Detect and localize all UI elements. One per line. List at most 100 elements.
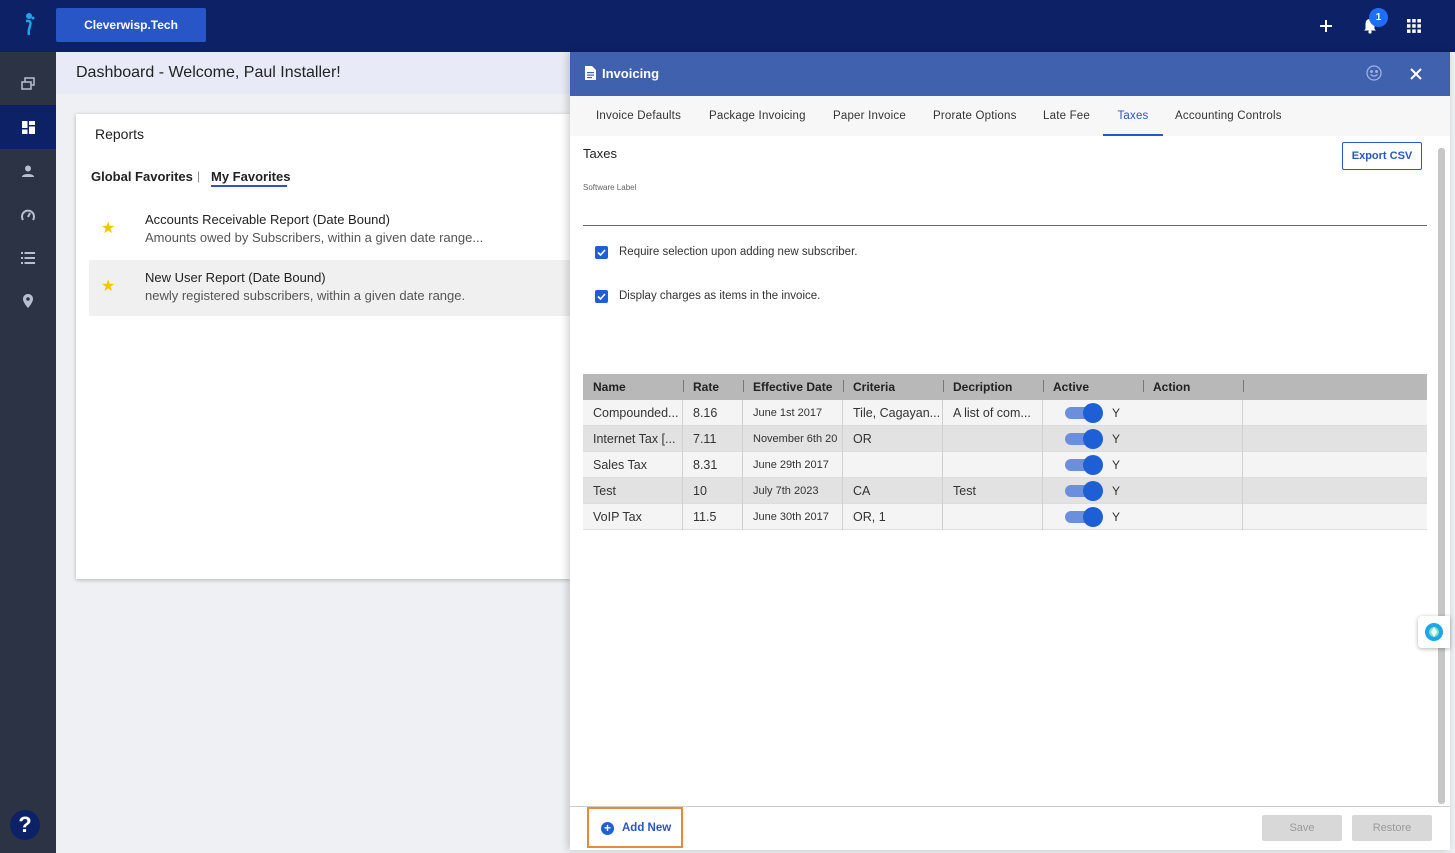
sidebar-item-list[interactable] [0,236,56,280]
column-separator [1243,380,1244,392]
table-row[interactable]: Compounded... 8.16 June 1st 2017 Tile, C… [583,400,1427,426]
cell-rate: 10 [683,478,743,504]
tab-global-favorites[interactable]: Global Favorites [91,169,193,184]
tab-invoice-defaults[interactable]: Invoice Defaults [596,96,681,136]
active-toggle[interactable] [1065,481,1103,501]
reports-title: Reports [95,126,145,142]
export-csv-button[interactable]: Export CSV [1342,142,1422,170]
restore-button[interactable]: Restore [1352,815,1432,841]
section-title: Taxes [583,146,617,161]
active-toggle[interactable] [1065,429,1103,449]
report-item[interactable]: ★ Accounts Receivable Report (Date Bound… [89,202,570,258]
cell-name: Test [583,478,683,504]
dashboard-icon [21,120,35,134]
cell-action [1143,478,1243,504]
toggle-knob [1083,455,1103,475]
sidebar-item-users[interactable] [0,149,56,193]
column-header[interactable]: Effective Date [743,374,843,400]
tab-taxes[interactable]: Taxes [1103,96,1163,136]
cell-active: Y [1112,458,1121,472]
report-item[interactable]: ★ New User Report (Date Bound) newly reg… [89,260,570,316]
dashboard-header: Dashboard - Welcome, Paul Installer! [56,52,570,94]
document-icon [585,66,596,80]
software-label-input[interactable] [583,225,1427,226]
display-charges-label: Display charges as items in the invoice. [619,290,821,302]
tab-late-fee[interactable]: Late Fee [1043,96,1090,136]
cell-name: VoIP Tax [583,504,683,530]
cell-rate: 7.11 [683,426,743,452]
table-row[interactable]: Internet Tax [... 7.11 November 6th 20 O… [583,426,1427,452]
cell-active: Y [1112,406,1121,420]
column-header[interactable]: Decription [943,374,1043,400]
save-button[interactable]: Save [1262,815,1342,841]
cell-description [943,452,1043,478]
toggle-knob [1083,481,1103,501]
assistant-widget[interactable] [1418,616,1450,648]
sidebar-item-gauge[interactable] [0,193,56,237]
cell-description: A list of com... [943,400,1043,426]
star-icon[interactable]: ★ [101,276,115,296]
cell-description [943,504,1043,530]
active-toggle[interactable] [1065,403,1103,423]
cell-date: June 29th 2017 [743,452,843,478]
close-icon[interactable] [1406,64,1426,84]
sidebar-item-switch[interactable] [0,62,56,106]
tab-paper-invoice[interactable]: Paper Invoice [833,96,906,136]
active-toggle[interactable] [1065,455,1103,475]
cell-criteria: OR [843,426,943,452]
cell-rate: 8.31 [683,452,743,478]
cell-date: November 6th 20 [743,426,843,452]
column-header[interactable]: Active [1043,374,1143,400]
cell-action [1143,400,1243,426]
table-row[interactable]: VoIP Tax 11.5 June 30th 2017 OR, 1 Y [583,504,1427,530]
star-icon[interactable]: ★ [101,218,115,238]
cell-date: June 1st 2017 [743,400,843,426]
tab-accounting-controls[interactable]: Accounting Controls [1175,96,1282,136]
plus-circle-icon: + [601,822,614,835]
invoicing-panel: Invoicing Invoice Defaults Package Invoi… [570,52,1450,850]
sidebar-item-dashboard[interactable] [0,105,56,149]
cell-criteria: CA [843,478,943,504]
apps-grid-icon[interactable] [1402,14,1426,38]
display-charges-checkbox[interactable] [595,290,608,303]
cell-action [1143,452,1243,478]
panel-header: Invoicing [570,52,1450,96]
column-header[interactable]: Action [1143,374,1243,400]
reports-card: Reports Global Favorites | My Favorites … [76,114,570,579]
sidebar-item-location[interactable] [0,279,56,323]
tab-prorate-options[interactable]: Prorate Options [933,96,1017,136]
assistant-icon [1425,623,1443,641]
tab-my-favorites[interactable]: My Favorites [211,169,290,184]
cell-action [1143,504,1243,530]
column-header[interactable]: Name [583,374,683,400]
software-label-field-label: Software Label [583,183,637,192]
column-header[interactable]: Criteria [843,374,943,400]
brand-button[interactable]: Cleverwisp.Tech [56,8,206,42]
column-header[interactable]: Rate [683,374,743,400]
add-icon[interactable] [1314,14,1338,38]
smiley-icon[interactable] [1365,64,1383,82]
add-new-label: Add New [622,822,672,834]
cell-name: Sales Tax [583,452,683,478]
panel-scrollbar[interactable] [1438,148,1445,804]
table-row[interactable]: Sales Tax 8.31 June 29th 2017 Y [583,452,1427,478]
panel-footer: + Add New Save Restore [570,806,1450,850]
active-toggle[interactable] [1065,507,1103,527]
cell-criteria: Tile, Cagayan... [843,400,943,426]
table-row[interactable]: Test 10 July 7th 2023 CA Test Y [583,478,1427,504]
user-icon [22,165,34,177]
toggle-knob [1083,507,1103,527]
logo-icon[interactable] [18,12,38,36]
taxes-content: Taxes Export CSV Software Label Require … [570,136,1440,806]
notification-badge: 1 [1369,8,1388,27]
help-button[interactable]: ? [10,810,40,840]
tab-package-invoicing[interactable]: Package Invoicing [709,96,806,136]
require-selection-checkbox[interactable] [595,246,608,259]
cell-name: Internet Tax [... [583,426,683,452]
cell-criteria [843,452,943,478]
panel-title: Invoicing [602,66,660,81]
add-new-button[interactable]: + Add New [587,807,683,848]
page-title: Dashboard - Welcome, Paul Installer! [76,64,341,81]
report-name: Accounts Receivable Report (Date Bound) [145,212,390,227]
taxes-table: Name Rate Effective Date Criteria Decrip… [583,374,1427,530]
